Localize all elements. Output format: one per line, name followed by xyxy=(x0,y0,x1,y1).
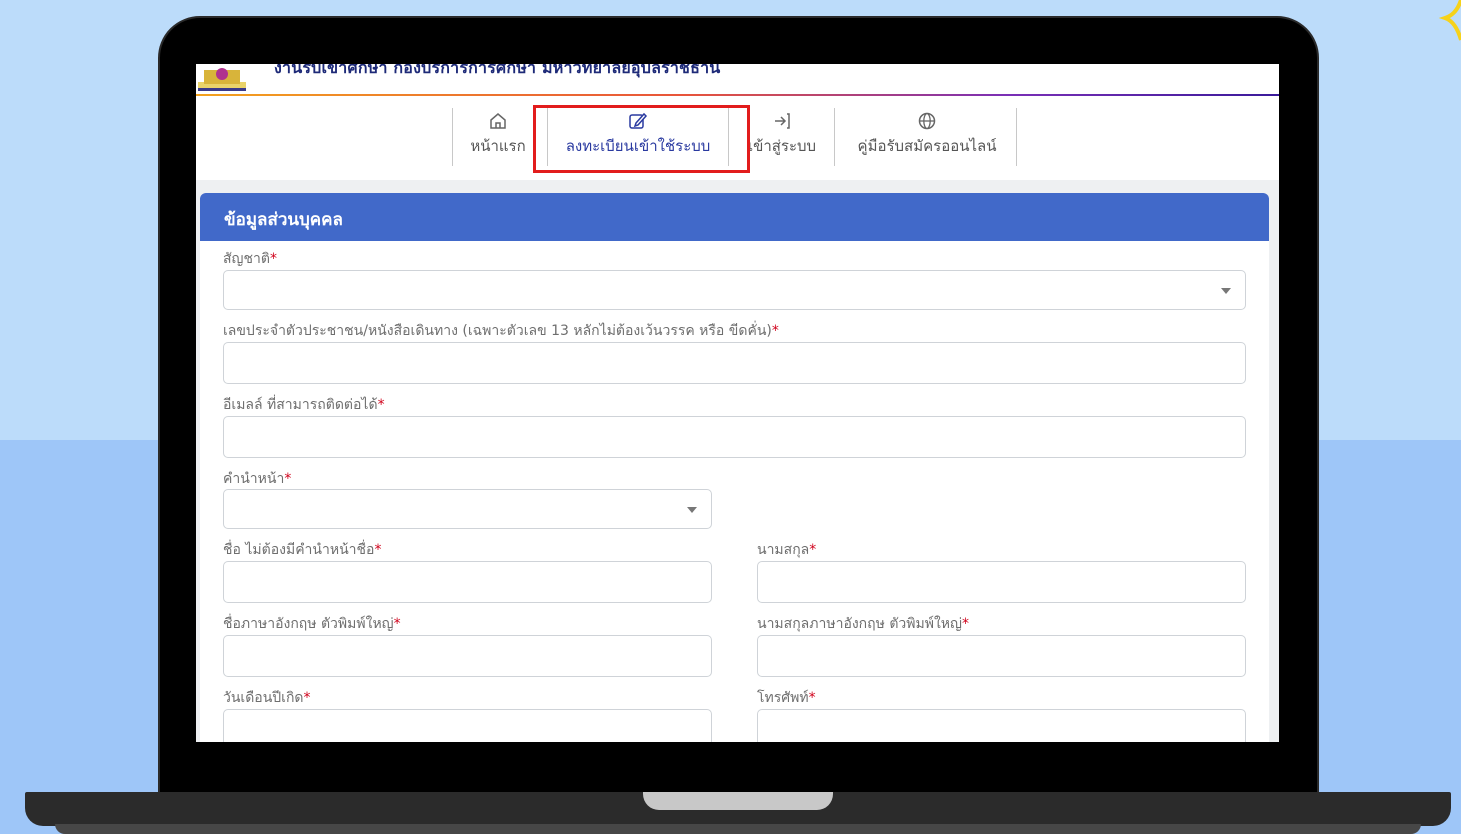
birth-date-label: วันเดือนปีเกิด* xyxy=(223,690,311,706)
nav-item-label: เข้าสู่ระบบ xyxy=(747,137,817,155)
first-name-label: ชื่อ ไม่ต้องมีคำนำหน้าชื่อ* xyxy=(223,542,382,558)
chevron-down-icon xyxy=(1221,288,1231,294)
last-name-en-input[interactable] xyxy=(757,635,1246,677)
nav-item-label: หน้าแรก xyxy=(470,137,526,155)
nav-separator xyxy=(452,108,453,166)
register-highlight-box xyxy=(533,105,750,173)
nav-separator xyxy=(834,108,835,166)
laptop-base-bottom xyxy=(55,824,1421,834)
sparkle-icon xyxy=(1438,0,1461,41)
nav-item-manual[interactable]: คู่มือรับสมัครออนไลน์ xyxy=(848,110,1006,166)
last-name-input[interactable] xyxy=(757,561,1246,603)
birth-date-input[interactable] xyxy=(223,709,712,742)
globe-icon xyxy=(918,112,936,130)
nationality-label: สัญชาติ* xyxy=(223,251,277,267)
last-name-en-label: นามสกุลภาษาอังกฤษ ตัวพิมพ์ใหญ่* xyxy=(757,616,969,632)
nav-separator xyxy=(1016,108,1017,166)
prefix-select[interactable] xyxy=(223,489,712,529)
email-input[interactable] xyxy=(223,416,1246,458)
personal-info-card: ข้อมูลส่วนบุคคล สัญชาติ* เลขประจำตัวประช… xyxy=(200,193,1269,742)
nav-item-home[interactable]: หน้าแรก xyxy=(466,110,530,166)
first-name-en-input[interactable] xyxy=(223,635,712,677)
laptop-trackpad-notch xyxy=(643,792,833,810)
id-number-input[interactable] xyxy=(223,342,1246,384)
site-header: งานรับเข้าศึกษา กองบริการการศึกษา มหาวิท… xyxy=(196,64,1279,96)
first-name-input[interactable] xyxy=(223,561,712,603)
email-label: อีเมลล์ ที่สามารถติดต่อได้* xyxy=(223,397,385,413)
university-logo xyxy=(198,68,246,91)
browser-screen: งานรับเข้าศึกษา กองบริการการศึกษา มหาวิท… xyxy=(196,64,1279,742)
phone-label: โทรศัพท์* xyxy=(757,690,816,706)
home-icon xyxy=(490,113,506,129)
nav-item-login[interactable]: เข้าสู่ระบบ xyxy=(742,110,822,166)
nationality-select[interactable] xyxy=(223,270,1246,310)
login-icon xyxy=(775,113,790,129)
chevron-down-icon xyxy=(687,507,697,513)
nav-item-label: คู่มือรับสมัครออนไลน์ xyxy=(857,137,997,155)
first-name-en-label: ชื่อภาษาอังกฤษ ตัวพิมพ์ใหญ่* xyxy=(223,616,401,632)
section-title: ข้อมูลส่วนบุคคล xyxy=(200,193,1269,241)
id-number-label: เลขประจำตัวประชาชน/หนังสือเดินทาง (เฉพาะ… xyxy=(223,323,779,339)
prefix-label: คำนำหน้า* xyxy=(223,471,292,487)
phone-input[interactable] xyxy=(757,709,1246,742)
last-name-label: นามสกุล* xyxy=(757,542,817,558)
site-title: งานรับเข้าศึกษา กองบริการการศึกษา มหาวิท… xyxy=(274,64,721,77)
